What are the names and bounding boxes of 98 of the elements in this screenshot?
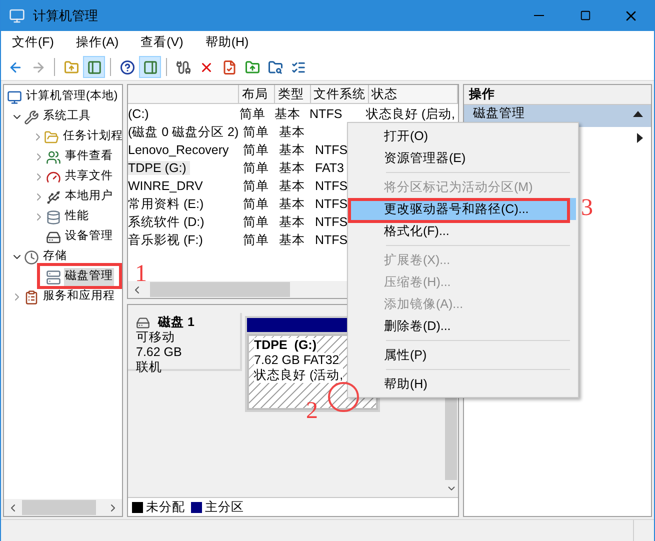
tree-item[interactable]: 服务和应用程 bbox=[42, 288, 116, 306]
annotation-number: 1 bbox=[135, 262, 147, 286]
table-cell: NTFS bbox=[315, 142, 348, 157]
table-cell: NTFS bbox=[310, 106, 342, 121]
disk-drive-icon bbox=[136, 316, 150, 330]
tree-item[interactable]: 性能 bbox=[64, 208, 90, 226]
clock-icon bbox=[24, 250, 39, 264]
table-cell: 基本 bbox=[279, 142, 305, 157]
tree-item[interactable]: 存储 bbox=[42, 248, 68, 266]
column-header[interactable]: 状态 bbox=[368, 85, 458, 103]
table-cell: 简单 bbox=[243, 124, 269, 139]
annotation-number: 3 bbox=[581, 196, 593, 220]
device-icon bbox=[46, 190, 61, 204]
computer-icon bbox=[7, 90, 22, 104]
tree-item[interactable]: 系统工具 bbox=[42, 108, 92, 126]
folder-up-icon bbox=[64, 60, 78, 74]
context-menu-item[interactable]: 打开(O) bbox=[350, 125, 576, 147]
disk-info: 7.62 GB bbox=[136, 345, 183, 360]
context-menu-item[interactable]: 格式化(F)... bbox=[350, 220, 576, 242]
scrollbar-thumb[interactable] bbox=[150, 282, 290, 297]
table-cell: FAT3 bbox=[315, 160, 344, 175]
table-cell: NTFS bbox=[315, 232, 348, 247]
table-cell: 简单 bbox=[243, 160, 269, 175]
partition-info: 状态良好 (活动, bbox=[254, 368, 344, 383]
window-title: 计算机管理 bbox=[33, 6, 98, 25]
cable-icon bbox=[176, 60, 190, 74]
table-cell: 简单 bbox=[239, 106, 266, 121]
scrollbar-thumb[interactable] bbox=[22, 500, 96, 515]
column-header[interactable]: 文件系统 bbox=[310, 85, 369, 103]
table-cell: 简单 bbox=[243, 142, 269, 157]
table-cell: 简单 bbox=[243, 196, 269, 211]
table-cell[interactable]: 常用资料 (E:) bbox=[128, 196, 208, 211]
menu-item[interactable]: 操作(A) bbox=[68, 33, 126, 52]
panel-left-icon bbox=[86, 60, 102, 74]
document-check-icon bbox=[222, 60, 236, 74]
shared-folder-icon bbox=[44, 130, 59, 144]
tree-item[interactable]: 设备管理 bbox=[64, 228, 114, 246]
folder-search-icon bbox=[268, 60, 282, 74]
event-log-icon bbox=[24, 290, 39, 304]
gauge-icon bbox=[46, 170, 61, 184]
legend-label: 未分配 bbox=[146, 498, 185, 516]
users-icon bbox=[46, 150, 61, 164]
legend-label: 主分区 bbox=[205, 498, 244, 516]
minimize-icon bbox=[534, 15, 544, 16]
server-icon bbox=[46, 270, 61, 284]
tree-item[interactable]: 磁盘管理 bbox=[64, 268, 114, 286]
maximize-icon bbox=[580, 10, 590, 21]
table-cell: 简单 bbox=[243, 178, 269, 193]
tree-item[interactable]: 本地用户 bbox=[64, 188, 114, 206]
table-cell: 基本 bbox=[279, 214, 305, 229]
table-cell: 基本 bbox=[279, 160, 305, 175]
table-cell[interactable]: TDPE (G:) bbox=[128, 160, 190, 175]
actions-header: 操作 bbox=[464, 85, 651, 105]
column-header[interactable]: 布局 bbox=[239, 85, 275, 103]
context-menu-item[interactable]: 资源管理器(E) bbox=[350, 147, 576, 169]
table-cell[interactable]: (磁盘 0 磁盘分区 2) bbox=[128, 124, 243, 139]
submenu-triangle-icon[interactable] bbox=[637, 133, 643, 143]
disk-drive-icon bbox=[46, 230, 61, 244]
table-cell[interactable]: WINRE_DRV bbox=[128, 178, 207, 193]
menu-item[interactable]: 帮助(H) bbox=[198, 33, 256, 52]
table-cell: NTFS bbox=[315, 214, 348, 229]
horizontal-scrollbar[interactable] bbox=[4, 499, 122, 516]
tree-item[interactable]: 事件查看 bbox=[64, 148, 114, 166]
table-cell[interactable]: Lenovo_Recovery bbox=[128, 142, 233, 157]
menu-item[interactable]: 查看(V) bbox=[134, 33, 190, 52]
table-cell: 基本 bbox=[279, 178, 305, 193]
help-icon bbox=[120, 60, 134, 74]
table-cell: 简单 bbox=[243, 232, 269, 247]
computer-icon bbox=[9, 8, 25, 24]
table-cell: 基本 bbox=[274, 106, 300, 121]
export-folder-icon bbox=[244, 60, 260, 74]
table-cell: 基本 bbox=[279, 232, 305, 247]
storage-icon bbox=[46, 210, 61, 224]
partition-info: 7.62 GB FAT32 bbox=[254, 353, 340, 368]
tree-item[interactable]: 共享文件 bbox=[64, 168, 114, 186]
toolbar-button[interactable] bbox=[83, 56, 105, 78]
table-cell: NTFS bbox=[315, 178, 348, 193]
table-cell: 基本 bbox=[279, 124, 305, 139]
menu-item[interactable]: 文件(F) bbox=[5, 33, 61, 52]
forward-arrow-icon bbox=[30, 60, 46, 74]
wrench-icon bbox=[24, 110, 39, 124]
toolbar-button[interactable] bbox=[139, 56, 161, 78]
collapse-triangle-icon[interactable] bbox=[633, 111, 643, 117]
partition-name: TDPE (G:) bbox=[254, 338, 316, 353]
disk-label-card[interactable]: 磁盘 1 可移动 7.62 GB 联机 bbox=[128, 313, 242, 371]
panel-right-icon bbox=[142, 60, 158, 74]
table-cell: NTFS bbox=[315, 196, 348, 211]
tree-item[interactable]: 计算机管理(本地) bbox=[25, 88, 119, 106]
table-cell: 状态良好 (启动, bbox=[366, 106, 455, 121]
disk-info: 可移动 bbox=[136, 330, 176, 345]
checklist-icon bbox=[290, 60, 306, 74]
disk-name: 磁盘 1 bbox=[158, 315, 194, 330]
table-cell[interactable]: 音乐影视 (F:) bbox=[128, 232, 207, 247]
table-cell[interactable]: (C:) bbox=[128, 106, 153, 121]
table-cell: 简单 bbox=[243, 214, 269, 229]
column-header[interactable]: 类型 bbox=[274, 85, 311, 103]
table-cell: 基本 bbox=[279, 196, 305, 211]
table-cell[interactable]: 系统软件 (D:) bbox=[128, 214, 208, 229]
